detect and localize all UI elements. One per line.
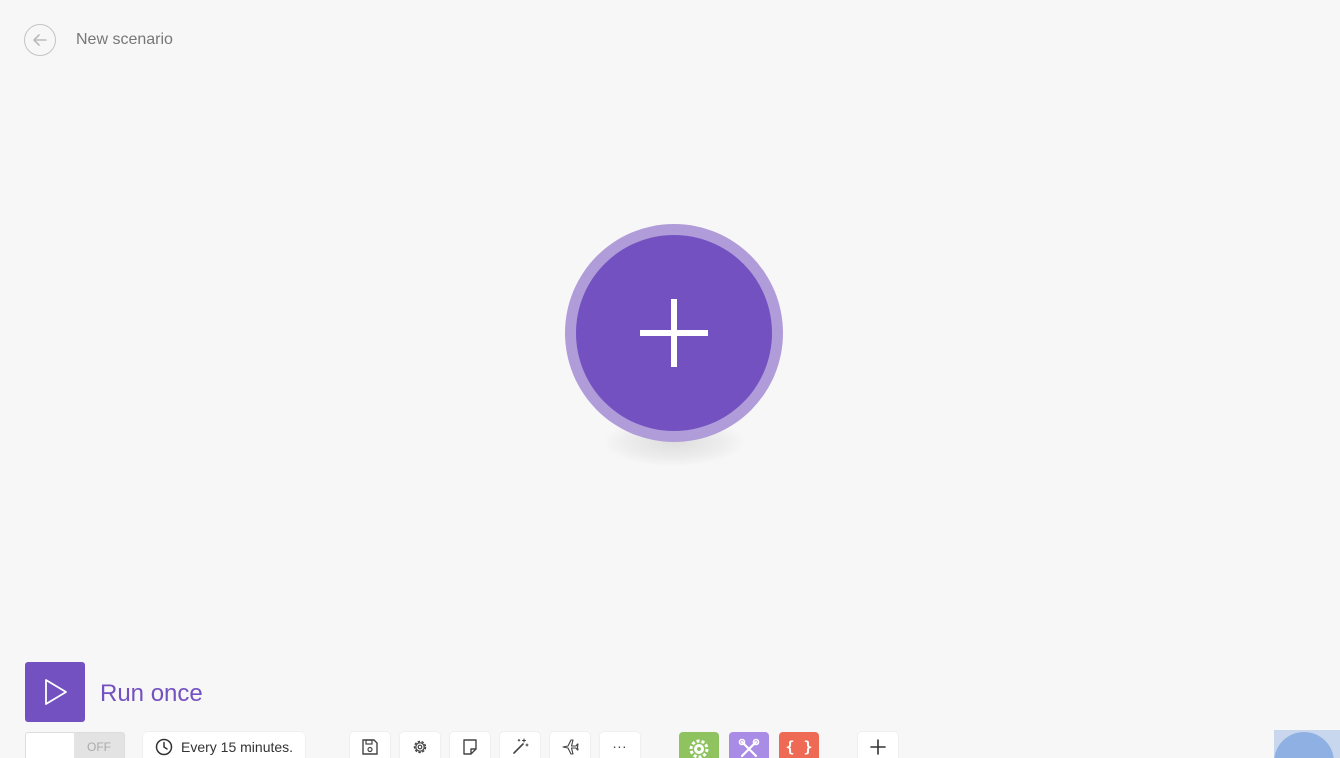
notes-button[interactable] [450,732,490,758]
airplane-icon [562,739,579,755]
more-label: ... [612,735,628,751]
arrow-left-icon [33,34,47,46]
scenario-settings-button[interactable] [400,732,440,758]
scenario-title[interactable]: New scenario [76,31,173,49]
play-icon [45,679,67,705]
wrench-screwdriver-icon [738,738,760,758]
explain-flow-button[interactable] [550,732,590,758]
clock-icon [155,738,173,756]
tools-button[interactable] [729,732,769,758]
more-button[interactable]: ... [600,732,640,758]
toggle-knob [26,733,74,758]
note-icon [463,739,477,755]
text-parser-label: { } [785,738,813,756]
scenario-editor: New scenario Run once OFF Every 15 minut… [0,0,1340,758]
text-parser-button[interactable]: { } [779,732,819,758]
auto-align-button[interactable] [500,732,540,758]
gear-icon [413,740,427,754]
run-once-label[interactable]: Run once [100,680,203,708]
help-icon [1274,732,1334,758]
scheduling-toggle[interactable]: OFF [25,732,125,758]
run-once-button[interactable] [25,662,85,722]
gear-icon [689,739,709,758]
plus-icon [640,299,708,367]
magic-wand-icon [513,738,529,754]
schedule-button[interactable]: Every 15 minutes. [143,732,306,758]
schedule-label: Every 15 minutes. [181,739,294,755]
plus-icon [870,739,886,755]
add-module-circle [576,235,772,431]
add-module-toolbar-button[interactable] [858,732,898,758]
save-button[interactable] [350,732,390,758]
add-module-button[interactable] [565,224,783,442]
save-icon [362,739,378,755]
flow-control-button[interactable] [679,732,719,758]
help-button[interactable] [1274,730,1340,758]
back-button[interactable] [24,24,56,56]
toggle-state: OFF [87,740,111,754]
